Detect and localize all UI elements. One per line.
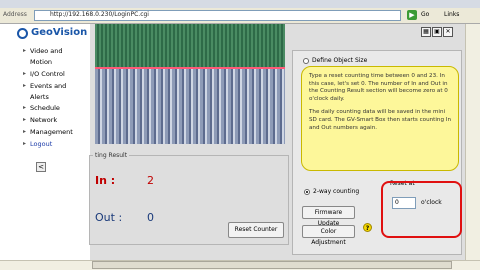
sidebar-item-alerts[interactable]: Alerts (30, 92, 49, 102)
bullet-icon: ▸ (23, 116, 27, 123)
in-label: In : (95, 174, 116, 187)
close-icon[interactable]: ✕ (443, 27, 453, 37)
bullet-icon: ▸ (23, 82, 27, 89)
bullet-icon: ▸ (23, 140, 27, 147)
two-way-counting-radio[interactable] (304, 189, 310, 195)
video-bottom-region (95, 67, 285, 144)
define-object-size-label: Define Object Size (312, 57, 368, 64)
sidebar-item-label: Network (30, 116, 58, 124)
monitor-icon[interactable]: ▣ (432, 27, 442, 37)
sidebar-scroll-button[interactable]: < (36, 162, 46, 172)
two-way-counting-label: 2-way counting (313, 188, 360, 195)
sidebar-item-label: I/O Control (30, 70, 65, 78)
sidebar-item-network[interactable]: ▸ Network (23, 115, 58, 125)
tooltip-paragraph-2: The daily counting data will be saved in… (309, 109, 451, 131)
tooltip-paragraph-1: Type a reset counting time between 0 and… (309, 73, 448, 102)
counting-line (95, 67, 285, 69)
sidebar-item-label: Management (30, 128, 73, 136)
sidebar-item-schedule[interactable]: ▸ Schedule (23, 103, 60, 113)
sidebar-item-label: Logout (30, 140, 53, 148)
in-value: 2 (147, 174, 154, 187)
bullet-icon: ▸ (23, 128, 27, 135)
go-button[interactable]: Go (421, 11, 429, 18)
sidebar-item-label: Alerts (30, 93, 49, 101)
color-adjustment-button[interactable]: Color Adjustment (302, 225, 355, 246)
sidebar-item-label: Events and (30, 82, 67, 90)
bullet-icon: ▸ (23, 104, 27, 111)
reset-at-highlight (381, 181, 462, 238)
sidebar-item-motion[interactable]: Motion (30, 57, 52, 67)
bullet-icon: ▸ (23, 70, 27, 77)
reset-counter-button[interactable]: Reset Counter (228, 222, 284, 238)
browser-toolbar (0, 0, 480, 8)
counting-result-title: ting Result (93, 152, 130, 159)
vertical-scrollbar[interactable] (465, 24, 480, 260)
sidebar-item-events-and-alerts[interactable]: ▸ Events and (23, 81, 67, 91)
define-object-size-radio[interactable] (303, 58, 309, 64)
instruction-tooltip: Type a reset counting time between 0 and… (301, 66, 459, 171)
bullet-icon: ▸ (23, 47, 27, 54)
help-icon[interactable]: ? (363, 223, 372, 232)
grid-icon[interactable]: ▦ (421, 27, 431, 37)
sidebar-item-management[interactable]: ▸ Management (23, 127, 73, 137)
sidebar-item-video-and-motion[interactable]: ▸ Video and (23, 46, 63, 56)
sidebar-item-label: Video and (30, 47, 63, 55)
url-text[interactable]: http://192.168.0.230/LoginPC.cgi (50, 11, 149, 18)
geovision-logo-icon (17, 28, 28, 39)
links-button[interactable]: Links (444, 11, 459, 18)
go-arrow-icon[interactable]: ▶ (407, 10, 417, 20)
address-label: Address (3, 11, 27, 18)
sidebar-item-io-control[interactable]: ▸ I/O Control (23, 69, 65, 79)
logo-text: GeoVision (31, 27, 88, 38)
firmware-update-button[interactable]: Firmware Update (302, 206, 355, 227)
out-label: Out : (95, 211, 123, 224)
toolbar-icons: ▦ ▣ ✕ (421, 27, 454, 37)
out-value: 0 (147, 211, 154, 224)
video-top-region (95, 24, 285, 67)
sidebar-item-label: Motion (30, 58, 53, 66)
live-video-view (95, 24, 285, 144)
horizontal-scroll-thumb[interactable] (92, 261, 452, 269)
sidebar-item-logout[interactable]: ▸ Logout (23, 139, 53, 149)
sidebar-item-label: Schedule (30, 104, 60, 112)
